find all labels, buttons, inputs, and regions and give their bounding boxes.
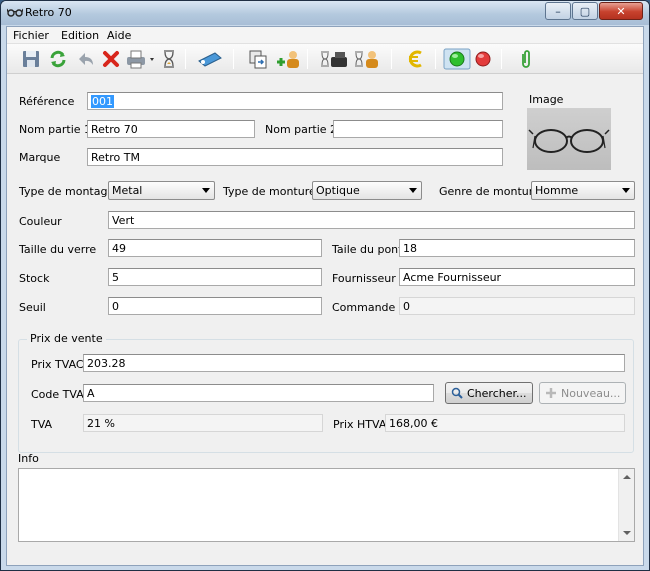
info-textarea[interactable] — [18, 468, 635, 542]
undo-icon[interactable] — [75, 48, 97, 70]
type-monture-value: Optique — [316, 184, 360, 197]
type-monture-label: Type de monture — [223, 185, 316, 198]
nouveau-label: Nouveau... — [561, 386, 621, 400]
fournisseur-label: Fournisseur — [332, 272, 396, 285]
prix-tvac-label: Prix TVAC — [31, 358, 84, 371]
tva-field: 21 % — [83, 414, 323, 432]
chevron-down-icon — [409, 188, 417, 193]
prix-de-vente-group: Prix de vente Prix TVAC 203.28 Code TVA … — [18, 332, 634, 453]
attachment-icon[interactable] — [519, 48, 533, 70]
toolbar-separator — [307, 49, 308, 69]
chevron-down-icon — [202, 188, 210, 193]
taille-pont-label: Taile du pont — [332, 243, 403, 256]
glasses-icon — [528, 129, 610, 153]
delete-icon[interactable] — [101, 48, 121, 70]
commande-label: Commande — [332, 301, 396, 314]
type-montage-select[interactable]: Metal — [108, 181, 215, 200]
euro-icon[interactable] — [405, 48, 427, 70]
code-tva-field[interactable]: A — [83, 384, 434, 402]
close-button[interactable]: ✕ — [599, 2, 643, 20]
nom-partie1-label: Nom partie 1 — [19, 123, 92, 136]
scroll-up-icon[interactable] — [623, 475, 631, 479]
type-montage-value: Metal — [112, 184, 143, 197]
toolbar-separator — [391, 49, 392, 69]
product-image[interactable] — [527, 108, 611, 170]
save-icon[interactable] — [21, 48, 41, 70]
taille-verre-label: Taille du verre — [19, 243, 97, 256]
maximize-button[interactable]: ▢ — [572, 2, 598, 20]
genre-monture-select[interactable]: Homme — [531, 181, 635, 200]
reference-field[interactable]: 001 — [87, 92, 503, 110]
reference-label: Référence — [19, 95, 75, 108]
chercher-button[interactable]: Chercher... — [445, 382, 533, 404]
green-light-icon[interactable] — [443, 48, 471, 70]
menu-aide[interactable]: Aide — [107, 29, 131, 42]
code-tva-label: Code TVA — [31, 388, 84, 401]
refresh-icon[interactable] — [47, 48, 69, 70]
history-icon[interactable] — [161, 48, 177, 70]
window-title: Retro 70 — [25, 6, 72, 19]
marque-label: Marque — [19, 151, 61, 164]
commande-field: 0 — [399, 297, 635, 315]
taille-pont-field[interactable]: 18 — [399, 239, 635, 257]
type-monture-select[interactable]: Optique — [312, 181, 422, 200]
toolbar-separator — [233, 49, 234, 69]
nouveau-button[interactable]: Nouveau... — [539, 382, 627, 404]
window-controls: – ▢ ✕ — [544, 2, 643, 20]
red-light-icon[interactable] — [473, 48, 493, 70]
seuil-field[interactable]: 0 — [108, 297, 322, 315]
app-window: Retro 70 – ▢ ✕ Fichier Edition Aide Réfé… — [0, 0, 650, 571]
title-bar[interactable]: Retro 70 – ▢ ✕ — [1, 1, 649, 25]
nom-partie2-label: Nom partie 2 — [265, 123, 338, 136]
marque-field[interactable]: Retro TM — [87, 148, 503, 166]
cash-register-icon[interactable] — [319, 48, 349, 70]
copy-icon[interactable] — [247, 48, 269, 70]
print-icon[interactable] — [125, 48, 157, 70]
search-icon — [451, 387, 463, 399]
chercher-label: Chercher... — [467, 386, 527, 400]
menu-bar: Fichier Edition Aide — [7, 27, 643, 44]
nom-partie1-field[interactable]: Retro 70 — [87, 120, 255, 138]
scroll-down-icon[interactable] — [623, 531, 631, 535]
tva-label: TVA — [31, 418, 53, 431]
menu-edition[interactable]: Edition — [61, 29, 99, 42]
info-label: Info — [18, 452, 39, 465]
plus-icon — [546, 388, 556, 398]
couleur-field[interactable]: Vert — [108, 211, 635, 229]
toolbar-separator — [435, 49, 436, 69]
person-hourglass-icon[interactable] — [353, 48, 381, 70]
type-montage-label: Type de montage — [19, 185, 115, 198]
genre-monture-label: Genre de monture — [439, 185, 540, 198]
fournisseur-field[interactable]: Acme Fournisseur — [399, 268, 635, 286]
add-person-icon[interactable] — [275, 48, 301, 70]
couleur-label: Couleur — [19, 215, 62, 228]
nom-partie2-field[interactable] — [333, 120, 503, 138]
chevron-down-icon — [622, 188, 630, 193]
image-label: Image — [529, 93, 564, 106]
prix-tvac-field[interactable]: 203.28 — [83, 354, 625, 372]
prix-htva-field: 168,00 € — [385, 414, 625, 432]
minimize-button[interactable]: – — [545, 2, 571, 20]
menu-fichier[interactable]: Fichier — [13, 29, 49, 42]
client-area: Fichier Edition Aide Référence 001 Image… — [6, 26, 644, 566]
prix-de-vente-legend: Prix de vente — [27, 332, 106, 345]
toolbar-separator — [185, 49, 186, 69]
seuil-label: Seuil — [19, 301, 46, 314]
stock-label: Stock — [19, 272, 50, 285]
stock-field[interactable]: 5 — [108, 268, 322, 286]
toolbar-separator — [501, 49, 502, 69]
glasses-app-icon — [6, 6, 24, 21]
info-scrollbar[interactable] — [618, 469, 634, 541]
discount-icon[interactable] — [195, 48, 225, 70]
prix-htva-label: Prix HTVA — [333, 418, 387, 431]
taille-verre-field[interactable]: 49 — [108, 239, 322, 257]
toolbar — [7, 44, 643, 74]
genre-monture-value: Homme — [535, 184, 579, 197]
